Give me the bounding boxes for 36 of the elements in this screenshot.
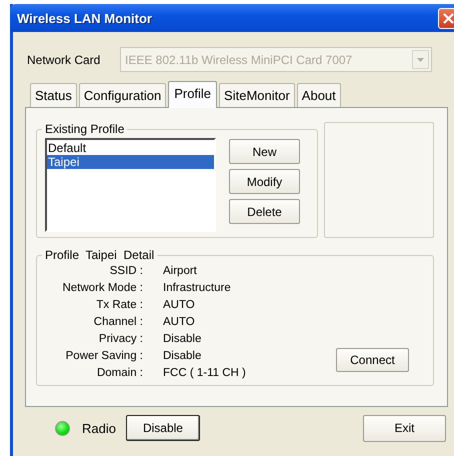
group-title: Existing Profile [44, 122, 126, 136]
window-title: Wireless LAN Monitor [17, 10, 152, 26]
field-value: Disable [163, 349, 202, 363]
field-value: Airport [163, 264, 198, 278]
field-value: AUTO [163, 298, 196, 312]
field-value: Infrastructure [163, 281, 232, 295]
field-label: Channel : [92, 315, 143, 329]
close-button[interactable] [438, 8, 454, 28]
field-label: Tx Rate : [95, 298, 143, 312]
network-card-label: Network Card [27, 52, 102, 66]
tab[interactable]: Profile [168, 81, 218, 108]
dropdown-arrow-icon [417, 58, 424, 62]
profile-button[interactable]: Modify [229, 169, 300, 194]
field-value: Disable [163, 332, 202, 346]
tab[interactable]: SiteMonitor [219, 83, 295, 107]
tab[interactable]: About [296, 83, 341, 107]
field-value: AUTO [163, 315, 196, 329]
field-label: Privacy : [98, 332, 143, 346]
connect-button[interactable]: Connect [336, 348, 409, 372]
field-value: FCC ( 1-11 CH ) [163, 366, 246, 380]
radio-label: Radio [82, 420, 116, 436]
profile-list[interactable]: Default Taipei [45, 138, 216, 232]
profile-button[interactable]: New [229, 139, 300, 164]
tab[interactable]: Configuration [78, 83, 166, 107]
exit-button[interactable]: Exit [363, 414, 446, 442]
field-label: SSID : [108, 264, 143, 278]
field-label: Domain : [96, 366, 143, 380]
field-label: Power Saving : [64, 349, 143, 363]
profile-button[interactable]: Delete [229, 199, 300, 224]
field-label: Network Mode : [61, 281, 143, 295]
close-icon [443, 12, 454, 24]
tab[interactable]: Status [30, 83, 77, 107]
list-item[interactable]: Default [47, 141, 214, 155]
list-item[interactable]: Taipei [47, 155, 214, 169]
radio-toggle-button[interactable]: Disable [126, 415, 200, 441]
group-title: Profile Taipei Detail [44, 248, 156, 262]
